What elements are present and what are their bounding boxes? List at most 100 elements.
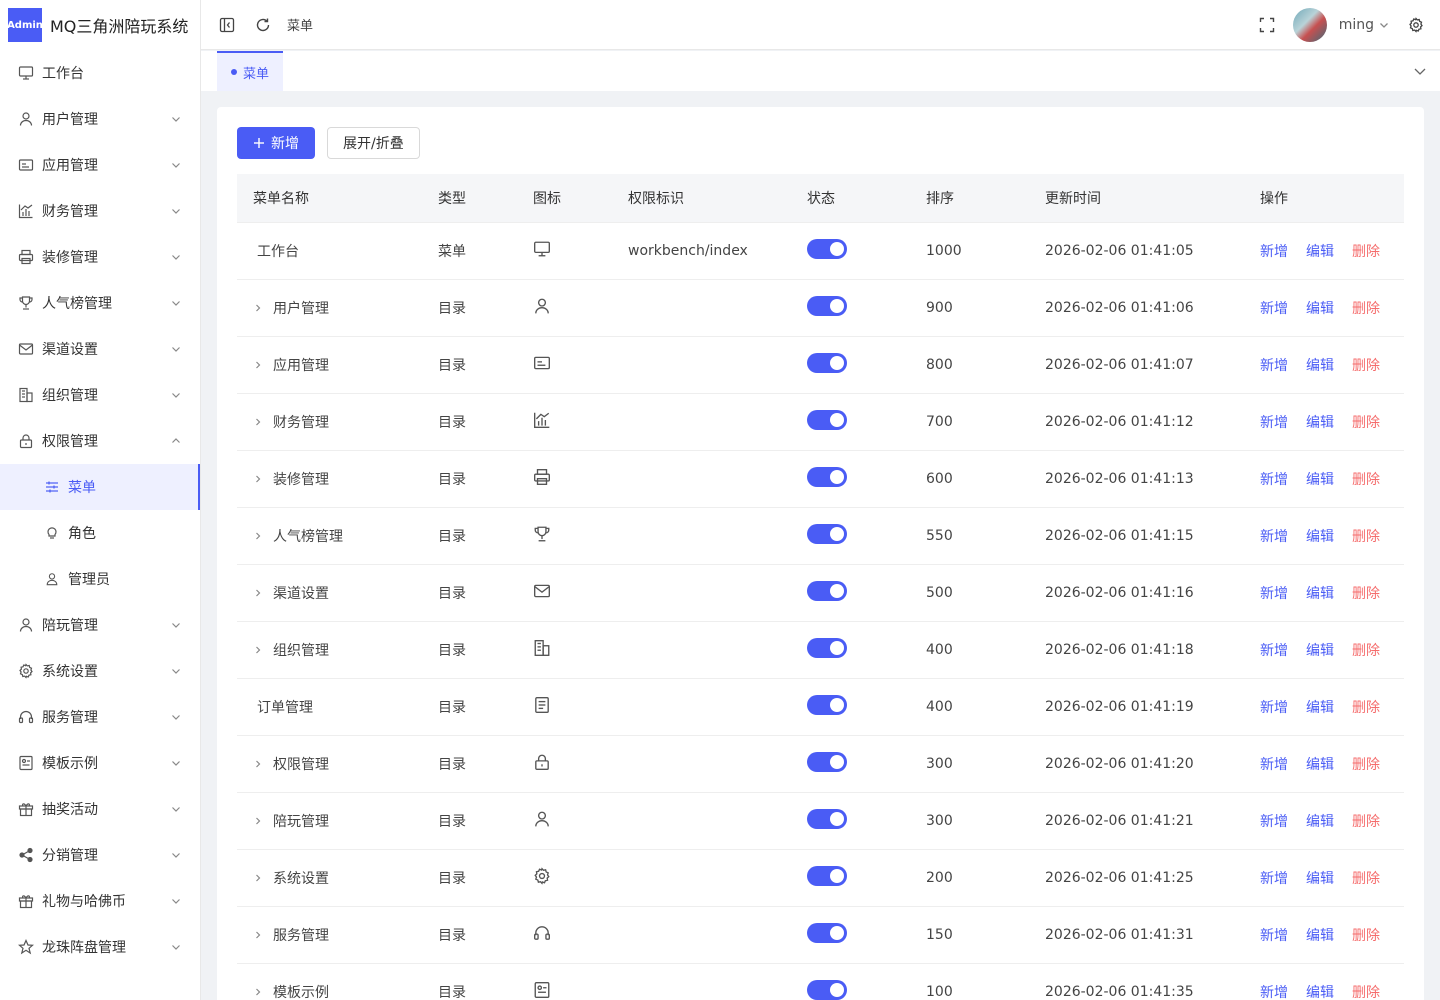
expand-chevron-icon[interactable] xyxy=(253,417,263,427)
expand-chevron-icon[interactable] xyxy=(253,759,263,769)
row-delete-link[interactable]: 删除 xyxy=(1352,697,1380,717)
collapse-sidebar-icon[interactable] xyxy=(217,15,237,35)
expand-chevron-icon[interactable] xyxy=(253,303,263,313)
row-edit-link[interactable]: 编辑 xyxy=(1306,868,1334,888)
sidebar-item[interactable]: 组织管理 xyxy=(0,372,200,418)
row-edit-link[interactable]: 编辑 xyxy=(1306,469,1334,489)
row-edit-link[interactable]: 编辑 xyxy=(1306,982,1334,1000)
row-add-link[interactable]: 新增 xyxy=(1260,355,1288,375)
expand-chevron-icon[interactable] xyxy=(253,588,263,598)
sidebar-item[interactable]: 权限管理 xyxy=(0,418,200,464)
sidebar-subitem[interactable]: 管理员 xyxy=(0,556,200,602)
row-add-link[interactable]: 新增 xyxy=(1260,526,1288,546)
fullscreen-icon[interactable] xyxy=(1257,15,1277,35)
row-add-link[interactable]: 新增 xyxy=(1260,583,1288,603)
row-edit-link[interactable]: 编辑 xyxy=(1306,412,1334,432)
add-button[interactable]: 新增 xyxy=(237,127,315,159)
status-toggle[interactable] xyxy=(807,695,847,715)
status-toggle[interactable] xyxy=(807,809,847,829)
row-edit-link[interactable]: 编辑 xyxy=(1306,583,1334,603)
tabs-chevron-down-icon[interactable] xyxy=(1412,63,1428,79)
row-add-link[interactable]: 新增 xyxy=(1260,298,1288,318)
status-toggle[interactable] xyxy=(807,752,847,772)
row-delete-link[interactable]: 删除 xyxy=(1352,526,1380,546)
row-delete-link[interactable]: 删除 xyxy=(1352,868,1380,888)
row-delete-link[interactable]: 删除 xyxy=(1352,811,1380,831)
status-toggle[interactable] xyxy=(807,296,847,316)
row-add-link[interactable]: 新增 xyxy=(1260,469,1288,489)
row-add-link[interactable]: 新增 xyxy=(1260,868,1288,888)
status-toggle[interactable] xyxy=(807,353,847,373)
logo[interactable]: Admin MQ三角洲陪玩系统 xyxy=(0,0,200,50)
sidebar-item[interactable]: 财务管理 xyxy=(0,188,200,234)
sidebar-item[interactable]: 系统设置 xyxy=(0,648,200,694)
expand-chevron-icon[interactable] xyxy=(253,987,263,997)
status-toggle[interactable] xyxy=(807,866,847,886)
tab-menu[interactable]: 菜单 xyxy=(217,51,284,91)
sidebar-item[interactable]: 礼物与哈佛币 xyxy=(0,878,200,924)
status-toggle[interactable] xyxy=(807,410,847,430)
row-add-link[interactable]: 新增 xyxy=(1260,925,1288,945)
expand-chevron-icon[interactable] xyxy=(253,531,263,541)
sidebar-item[interactable]: 服务管理 xyxy=(0,694,200,740)
sidebar-subitem[interactable]: 角色 xyxy=(0,510,200,556)
sidebar-item[interactable]: 工作台 xyxy=(0,50,200,96)
sidebar-item[interactable]: 人气榜管理 xyxy=(0,280,200,326)
sidebar-item[interactable]: 分销管理 xyxy=(0,832,200,878)
sidebar-item[interactable]: 陪玩管理 xyxy=(0,602,200,648)
sidebar-item[interactable]: 装修管理 xyxy=(0,234,200,280)
expand-chevron-icon[interactable] xyxy=(253,873,263,883)
sidebar-item[interactable]: 用户管理 xyxy=(0,96,200,142)
row-delete-link[interactable]: 删除 xyxy=(1352,640,1380,660)
status-toggle[interactable] xyxy=(807,980,847,1000)
row-delete-link[interactable]: 删除 xyxy=(1352,925,1380,945)
row-delete-link[interactable]: 删除 xyxy=(1352,754,1380,774)
row-add-link[interactable]: 新增 xyxy=(1260,982,1288,1000)
expand-chevron-icon[interactable] xyxy=(253,360,263,370)
row-add-link[interactable]: 新增 xyxy=(1260,697,1288,717)
row-add-link[interactable]: 新增 xyxy=(1260,811,1288,831)
sidebar-item[interactable]: 渠道设置 xyxy=(0,326,200,372)
row-add-link[interactable]: 新增 xyxy=(1260,412,1288,432)
table-row: 服务管理 目录 150 2026-02-06 01:41:31 新增 编辑 删除 xyxy=(237,907,1404,964)
sidebar-subitem[interactable]: 菜单 xyxy=(0,464,200,510)
sidebar-item[interactable]: 抽奖活动 xyxy=(0,786,200,832)
row-delete-link[interactable]: 删除 xyxy=(1352,241,1380,261)
expand-chevron-icon[interactable] xyxy=(253,816,263,826)
row-add-link[interactable]: 新增 xyxy=(1260,640,1288,660)
expand-chevron-icon[interactable] xyxy=(253,474,263,484)
user-menu[interactable]: ming xyxy=(1339,17,1390,33)
expand-chevron-icon[interactable] xyxy=(253,645,263,655)
expand-chevron-icon[interactable] xyxy=(253,930,263,940)
status-toggle[interactable] xyxy=(807,581,847,601)
status-toggle[interactable] xyxy=(807,239,847,259)
row-edit-link[interactable]: 编辑 xyxy=(1306,298,1334,318)
settings-gear-icon[interactable] xyxy=(1406,15,1426,35)
row-edit-link[interactable]: 编辑 xyxy=(1306,697,1334,717)
sidebar-item[interactable]: 模板示例 xyxy=(0,740,200,786)
row-edit-link[interactable]: 编辑 xyxy=(1306,355,1334,375)
row-edit-link[interactable]: 编辑 xyxy=(1306,811,1334,831)
status-toggle[interactable] xyxy=(807,923,847,943)
row-edit-link[interactable]: 编辑 xyxy=(1306,925,1334,945)
row-add-link[interactable]: 新增 xyxy=(1260,241,1288,261)
sidebar-item[interactable]: 龙珠阵盘管理 xyxy=(0,924,200,970)
row-delete-link[interactable]: 删除 xyxy=(1352,469,1380,489)
avatar[interactable] xyxy=(1292,7,1327,42)
row-edit-link[interactable]: 编辑 xyxy=(1306,754,1334,774)
row-edit-link[interactable]: 编辑 xyxy=(1306,241,1334,261)
row-add-link[interactable]: 新增 xyxy=(1260,754,1288,774)
refresh-icon[interactable] xyxy=(253,15,273,35)
row-edit-link[interactable]: 编辑 xyxy=(1306,640,1334,660)
status-toggle[interactable] xyxy=(807,524,847,544)
status-toggle[interactable] xyxy=(807,638,847,658)
expand-collapse-button[interactable]: 展开/折叠 xyxy=(327,127,420,159)
row-delete-link[interactable]: 删除 xyxy=(1352,583,1380,603)
row-delete-link[interactable]: 删除 xyxy=(1352,355,1380,375)
row-edit-link[interactable]: 编辑 xyxy=(1306,526,1334,546)
row-delete-link[interactable]: 删除 xyxy=(1352,298,1380,318)
sidebar-item[interactable]: 应用管理 xyxy=(0,142,200,188)
row-delete-link[interactable]: 删除 xyxy=(1352,412,1380,432)
status-toggle[interactable] xyxy=(807,467,847,487)
row-delete-link[interactable]: 删除 xyxy=(1352,982,1380,1000)
